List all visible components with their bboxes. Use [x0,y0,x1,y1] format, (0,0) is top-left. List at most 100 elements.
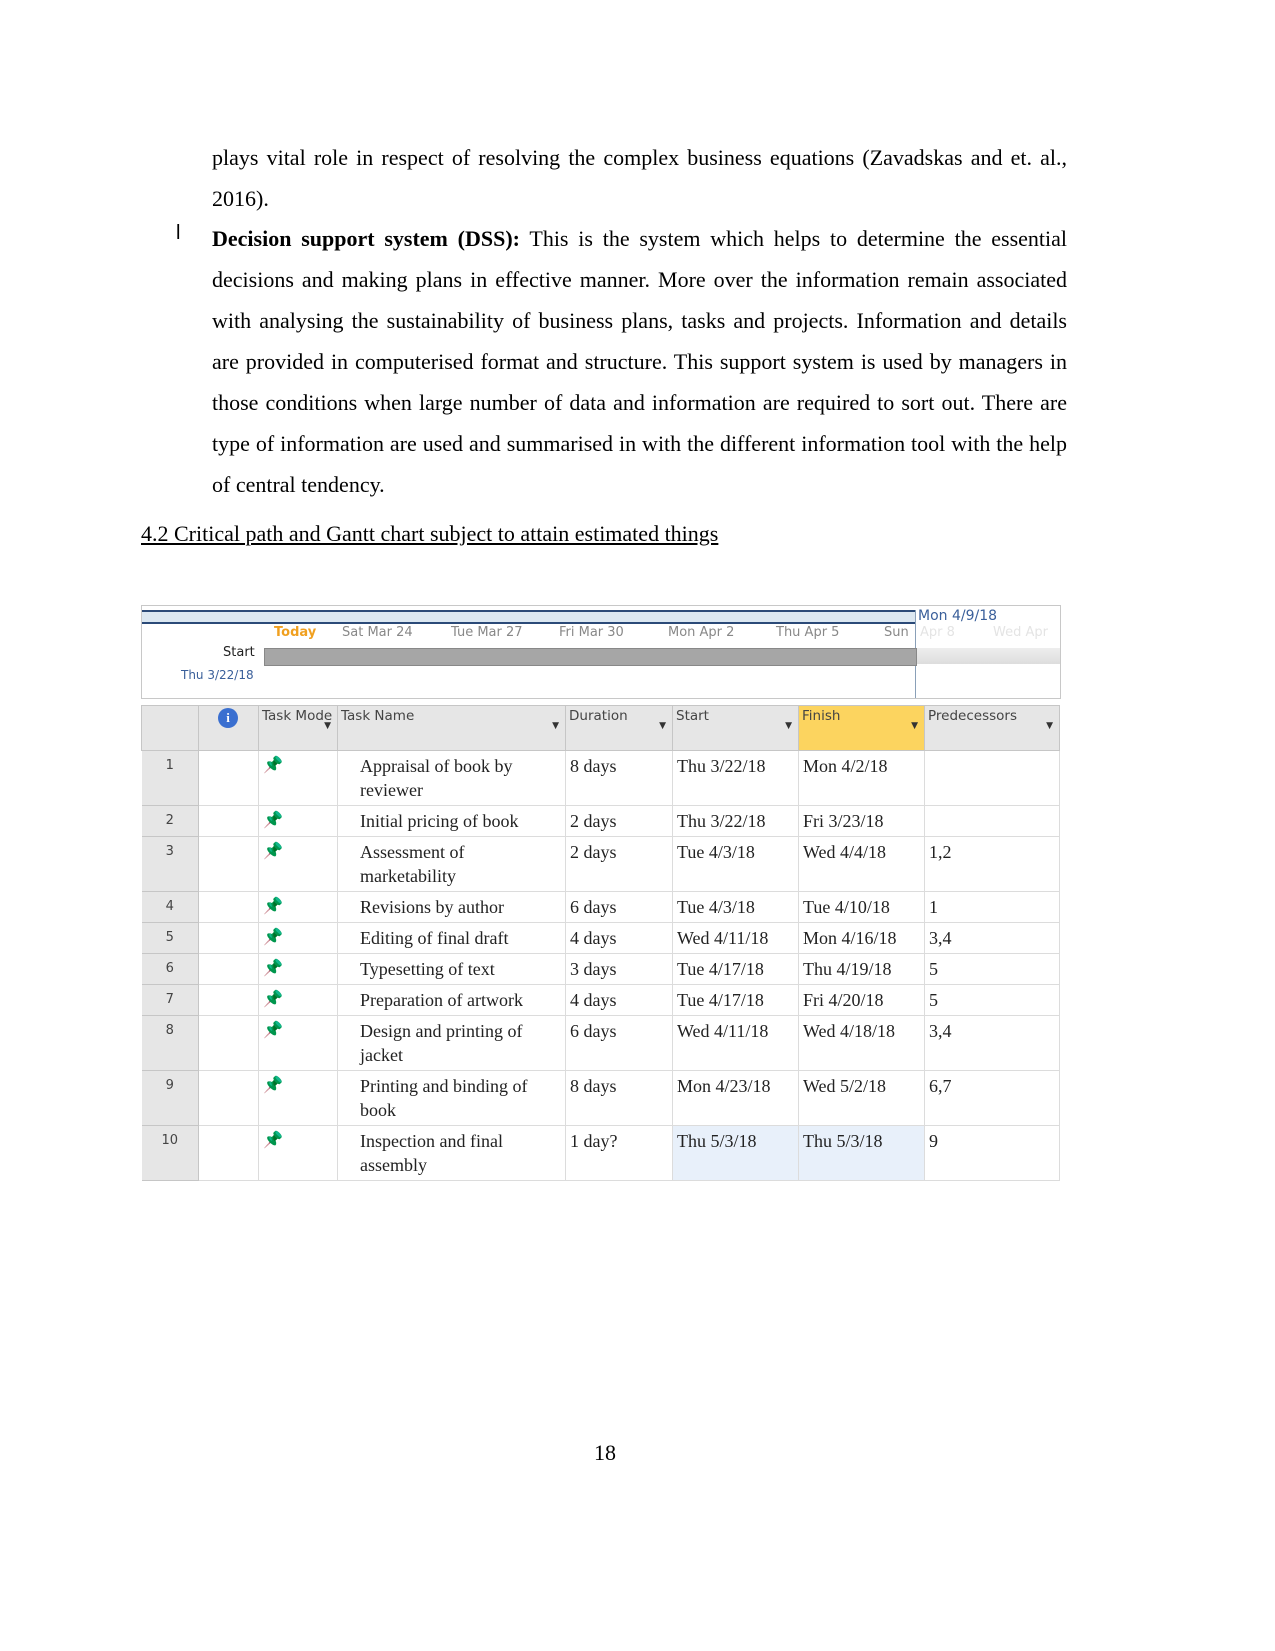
task-predecessors[interactable]: 6,7 [924,1070,1060,1126]
task-duration[interactable]: 4 days [565,984,673,1016]
task-predecessors[interactable]: 5 [924,984,1060,1016]
column-task-name[interactable]: Task Name ▼ [337,705,566,751]
row-number[interactable]: 5 [141,922,199,954]
dropdown-arrow-icon[interactable]: ▼ [1046,721,1053,731]
table-row[interactable]: 4 📌 Revisions by author 6 days Tue 4/3/18 Tue… [141,891,1060,923]
row-number[interactable]: 3 [141,836,199,892]
task-start[interactable]: Tue 4/3/18 [672,836,799,892]
row-number[interactable]: 1 [141,750,199,806]
task-finish[interactable]: Tue 4/10/18 [798,891,925,923]
dropdown-arrow-icon[interactable]: ▼ [552,721,559,731]
table-row[interactable]: 1 📌 Appraisal of book by reviewer 8 days Thu… [141,750,1060,806]
indicator-cell[interactable] [198,984,259,1016]
table-row[interactable]: 7 📌 Preparation of artwork 4 days Tue 4/17/1… [141,984,1060,1016]
task-finish[interactable]: Mon 4/2/18 [798,750,925,806]
row-number[interactable]: 9 [141,1070,199,1126]
indicator-cell[interactable] [198,891,259,923]
task-finish[interactable]: Wed 4/4/18 [798,836,925,892]
task-predecessors[interactable]: 1,2 [924,836,1060,892]
table-row[interactable]: 2 📌 Initial pricing of book 2 days Thu 3/22/… [141,805,1060,837]
task-predecessors[interactable]: 5 [924,953,1060,985]
task-duration[interactable]: 6 days [565,1015,673,1071]
task-finish[interactable]: Thu 5/3/18 [798,1125,925,1181]
table-row[interactable]: 5 📌 Editing of final draft 4 days Wed 4/11/1… [141,922,1060,954]
row-number[interactable]: 6 [141,953,199,985]
task-duration[interactable]: 2 days [565,836,673,892]
column-predecessors[interactable]: Predecessors ▼ [924,705,1060,751]
task-name[interactable]: Initial pricing of book [337,805,566,837]
indicator-cell[interactable] [198,922,259,954]
task-start[interactable]: Wed 4/11/18 [672,1015,799,1071]
column-finish[interactable]: Finish ▼ [798,705,925,751]
task-start[interactable]: Thu 3/22/18 [672,750,799,806]
task-mode-cell[interactable]: 📌 [258,953,338,985]
row-number[interactable]: 7 [141,984,199,1016]
task-finish[interactable]: Fri 3/23/18 [798,805,925,837]
task-name[interactable]: Inspection and final assembly [337,1125,566,1181]
task-mode-cell[interactable]: 📌 [258,805,338,837]
task-start[interactable]: Tue 4/3/18 [672,891,799,923]
task-duration[interactable]: 4 days [565,922,673,954]
table-row[interactable]: 10 📌 Inspection and final assembly 1 day? Th… [141,1125,1060,1181]
task-predecessors[interactable]: 9 [924,1125,1060,1181]
row-number[interactable]: 4 [141,891,199,923]
task-duration[interactable]: 8 days [565,1070,673,1126]
task-duration[interactable]: 1 day? [565,1125,673,1181]
column-start[interactable]: Start ▼ [672,705,799,751]
column-duration[interactable]: Duration ▼ [565,705,673,751]
task-finish[interactable]: Wed 5/2/18 [798,1070,925,1126]
task-mode-cell[interactable]: 📌 [258,1070,338,1126]
indicator-cell[interactable] [198,953,259,985]
task-predecessors[interactable]: 3,4 [924,922,1060,954]
task-duration[interactable]: 2 days [565,805,673,837]
task-predecessors[interactable]: 1 [924,891,1060,923]
task-mode-cell[interactable]: 📌 [258,922,338,954]
table-row[interactable]: 9 📌 Printing and binding of book 8 days Mon … [141,1070,1060,1126]
indicator-cell[interactable] [198,1070,259,1126]
row-number-header[interactable] [141,705,199,751]
task-predecessors[interactable] [924,750,1060,806]
task-start[interactable]: Tue 4/17/18 [672,984,799,1016]
task-predecessors[interactable] [924,805,1060,837]
indicators-header[interactable]: i [198,705,259,751]
dropdown-arrow-icon[interactable]: ▼ [324,721,331,731]
task-duration[interactable]: 8 days [565,750,673,806]
indicator-cell[interactable] [198,1125,259,1181]
indicator-cell[interactable] [198,750,259,806]
row-number[interactable]: 8 [141,1015,199,1071]
dropdown-arrow-icon[interactable]: ▼ [659,721,666,731]
task-start[interactable]: Wed 4/11/18 [672,922,799,954]
task-name[interactable]: Preparation of artwork [337,984,566,1016]
table-row[interactable]: 3 📌 Assessment of marketability 2 days Tue 4… [141,836,1060,892]
task-mode-cell[interactable]: 📌 [258,984,338,1016]
task-name[interactable]: Design and printing of jacket [337,1015,566,1071]
task-name[interactable]: Typesetting of text [337,953,566,985]
task-finish[interactable]: Mon 4/16/18 [798,922,925,954]
task-finish[interactable]: Fri 4/20/18 [798,984,925,1016]
task-name[interactable]: Printing and binding of book [337,1070,566,1126]
task-start[interactable]: Thu 3/22/18 [672,805,799,837]
task-mode-cell[interactable]: 📌 [258,836,338,892]
indicator-cell[interactable] [198,805,259,837]
task-start[interactable]: Thu 5/3/18 [672,1125,799,1181]
indicator-cell[interactable] [198,1015,259,1071]
dropdown-arrow-icon[interactable]: ▼ [785,721,792,731]
row-number[interactable]: 10 [141,1125,199,1181]
task-mode-cell[interactable]: 📌 [258,750,338,806]
task-mode-cell[interactable]: 📌 [258,1015,338,1071]
task-finish[interactable]: Thu 4/19/18 [798,953,925,985]
task-mode-cell[interactable]: 📌 [258,1125,338,1181]
task-name[interactable]: Assessment of marketability [337,836,566,892]
task-start[interactable]: Tue 4/17/18 [672,953,799,985]
indicator-cell[interactable] [198,836,259,892]
task-finish[interactable]: Wed 4/18/18 [798,1015,925,1071]
task-name[interactable]: Revisions by author [337,891,566,923]
task-mode-cell[interactable]: 📌 [258,891,338,923]
task-predecessors[interactable]: 3,4 [924,1015,1060,1071]
task-start[interactable]: Mon 4/23/18 [672,1070,799,1126]
dropdown-arrow-icon[interactable]: ▼ [911,721,918,731]
table-row[interactable]: 6 📌 Typesetting of text 3 days Tue 4/17/18 Th… [141,953,1060,985]
task-duration[interactable]: 6 days [565,891,673,923]
task-duration[interactable]: 3 days [565,953,673,985]
task-name[interactable]: Editing of final draft [337,922,566,954]
